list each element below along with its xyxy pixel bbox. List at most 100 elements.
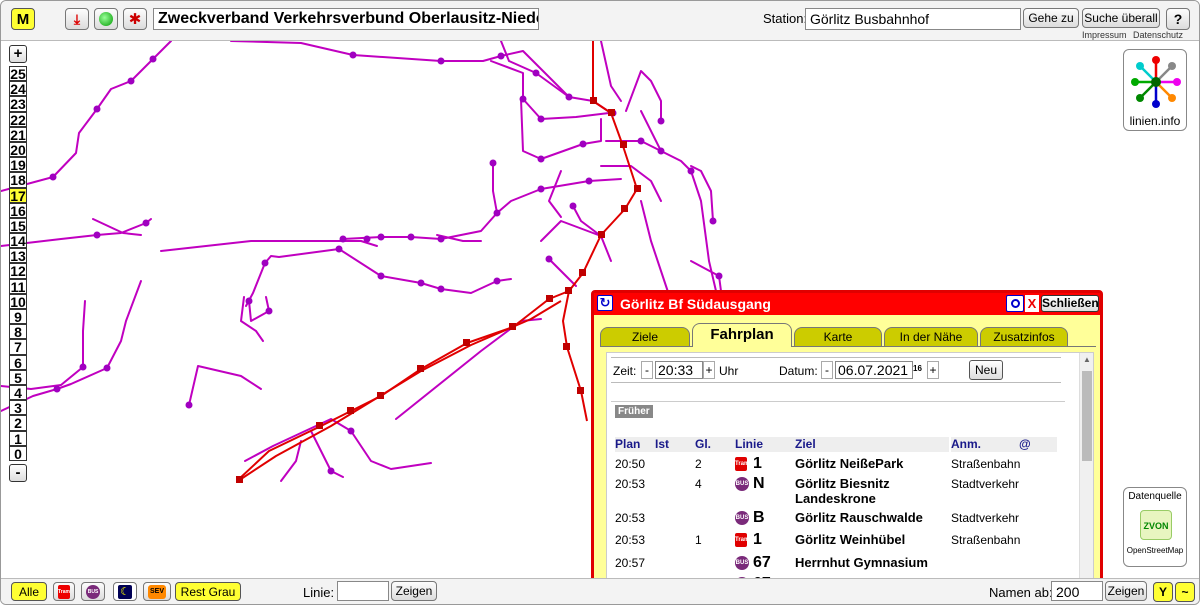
zoom-level-19[interactable]: 19 bbox=[9, 157, 27, 173]
scroll-thumb[interactable] bbox=[1082, 371, 1092, 461]
zoom-level-0[interactable]: 0 bbox=[9, 445, 27, 461]
minimize-button[interactable] bbox=[1006, 295, 1024, 312]
menu-button[interactable]: M bbox=[11, 8, 35, 30]
bus-icon[interactable]: BUS bbox=[735, 556, 749, 570]
tram-filter-button[interactable]: Tram bbox=[53, 582, 75, 601]
datum-minus[interactable]: - bbox=[821, 361, 833, 379]
namen-ab-label: Namen ab: bbox=[989, 585, 1053, 600]
y-button[interactable]: Y bbox=[1153, 582, 1173, 602]
column-header-at: @ bbox=[1019, 437, 1057, 452]
bus-filter-button[interactable]: BUS bbox=[81, 582, 105, 601]
download-button[interactable]: ⤓ bbox=[65, 8, 89, 30]
departure-destination[interactable]: Görlitz Rauschwalde bbox=[795, 510, 935, 525]
network-logo-icon bbox=[1131, 56, 1181, 108]
datenschutz-link[interactable]: Datenschutz bbox=[1133, 30, 1183, 40]
zoom-level-1[interactable]: 1 bbox=[9, 430, 27, 446]
x-button[interactable]: X bbox=[1025, 295, 1039, 312]
departure-destination[interactable]: Görlitz NeißePark bbox=[795, 456, 935, 471]
zoom-level-21[interactable]: 21 bbox=[9, 126, 27, 142]
column-header-ist: Ist bbox=[655, 437, 695, 452]
zoom-level-13[interactable]: 13 bbox=[9, 248, 27, 264]
zoom-level-9[interactable]: 9 bbox=[9, 309, 27, 325]
restore-icon bbox=[1011, 299, 1020, 308]
zoom-level-18[interactable]: 18 bbox=[9, 172, 27, 188]
linien-info-logo[interactable]: linien.info bbox=[1123, 49, 1187, 131]
search-all-button[interactable]: Suche überall bbox=[1082, 8, 1160, 28]
datum-label: Datum: bbox=[779, 364, 818, 378]
tram-icon[interactable]: Tram bbox=[735, 533, 749, 547]
linie-input[interactable] bbox=[337, 581, 389, 601]
datum-plus[interactable]: + bbox=[927, 361, 939, 379]
datum-input[interactable]: 06.07.2021 bbox=[835, 361, 913, 379]
zoom-level-12[interactable]: 12 bbox=[9, 263, 27, 279]
zoom-level-3[interactable]: 3 bbox=[9, 400, 27, 416]
sev-filter-button[interactable]: SEV bbox=[143, 582, 171, 601]
departure-line[interactable]: B bbox=[753, 509, 765, 527]
zoom-level-2[interactable]: 2 bbox=[9, 415, 27, 431]
tab-karte[interactable]: Karte bbox=[794, 327, 882, 346]
neu-button[interactable]: Neu bbox=[969, 360, 1003, 380]
settings-button[interactable]: ✱ bbox=[123, 8, 147, 30]
zeit-input[interactable]: 20:33 bbox=[655, 361, 703, 379]
popup-header: ↻ Görlitz Bf Südausgang X Schließen bbox=[594, 293, 1100, 315]
datasource-box[interactable]: Datenquelle ZVON OpenStreetMap bbox=[1123, 487, 1187, 567]
help-button[interactable]: ? bbox=[1166, 8, 1190, 30]
zoom-level-10[interactable]: 10 bbox=[9, 293, 27, 309]
tab-ziele[interactable]: Ziele bbox=[600, 327, 690, 346]
zoom-level-4[interactable]: 4 bbox=[9, 384, 27, 401]
location-button[interactable] bbox=[94, 8, 118, 30]
zoom-level-11[interactable]: 11 bbox=[9, 278, 27, 294]
fahrplan-panel: Zeit: - 20:33 + Uhr Datum: - 06.07.2021 … bbox=[606, 352, 1094, 580]
departure-line[interactable]: N bbox=[753, 475, 765, 493]
tab-fahrplan[interactable]: Fahrplan bbox=[692, 323, 792, 347]
refresh-button[interactable]: ↻ bbox=[597, 295, 613, 311]
column-header-gl: Gl. bbox=[695, 437, 735, 452]
impressum-link[interactable]: Impressum bbox=[1082, 30, 1127, 40]
zoom-level-7[interactable]: 7 bbox=[9, 339, 27, 355]
departure-destination[interactable]: Herrnhut Gymnasium bbox=[795, 555, 935, 570]
tram-icon[interactable]: Tram bbox=[735, 457, 749, 471]
zoom-level-25[interactable]: 25 bbox=[9, 66, 27, 82]
departure-note: Stadtverkehr bbox=[951, 511, 1020, 525]
tilde-button[interactable]: ~ bbox=[1175, 582, 1195, 602]
zoom-level-16[interactable]: 16 bbox=[9, 202, 27, 218]
popup-scrollbar[interactable]: ▲ bbox=[1079, 353, 1093, 579]
departure-note: Stadtverkehr bbox=[951, 477, 1020, 491]
zoom-level-17[interactable]: 17 bbox=[9, 187, 27, 203]
departure-line[interactable]: 1 bbox=[753, 531, 762, 549]
namen-zeigen-button[interactable]: Zeigen bbox=[1105, 581, 1147, 601]
departure-destination[interactable]: Görlitz Biesnitz Landeskrone bbox=[795, 476, 935, 506]
tab-zusatzinfos[interactable]: Zusatzinfos bbox=[980, 327, 1068, 346]
zoom-level-5[interactable]: 5 bbox=[9, 369, 27, 385]
tab-in-der-nähe[interactable]: In der Nähe bbox=[884, 327, 978, 346]
close-button[interactable]: Schließen bbox=[1041, 295, 1099, 312]
zoom-level-22[interactable]: 22 bbox=[9, 111, 27, 127]
rest-grau-button[interactable]: Rest Grau bbox=[175, 582, 241, 601]
alle-button[interactable]: Alle bbox=[11, 582, 47, 601]
zoom-level-24[interactable]: 24 bbox=[9, 81, 27, 97]
zoom-levels: 25 24 23 22 21 20 19 18 17 16 15 14 13 12 11 10 9 8 7 6 5 4 3 2… bbox=[9, 66, 29, 461]
zeit-plus[interactable]: + bbox=[703, 361, 715, 379]
zoom-level-6[interactable]: 6 bbox=[9, 354, 27, 370]
frueher-button[interactable]: Früher bbox=[615, 405, 653, 418]
station-input[interactable]: Görlitz Busbahnhof bbox=[805, 8, 1021, 30]
goto-button[interactable]: Gehe zu bbox=[1023, 8, 1079, 28]
zoom-level-14[interactable]: 14 bbox=[9, 233, 27, 249]
departure-line[interactable]: 1 bbox=[753, 455, 762, 473]
linie-zeigen-button[interactable]: Zeigen bbox=[391, 581, 437, 601]
night-filter-button[interactable]: ☾ bbox=[113, 582, 137, 601]
bus-icon[interactable]: BUS bbox=[735, 477, 749, 491]
departure-line[interactable]: 67 bbox=[753, 554, 771, 572]
zoom-level-15[interactable]: 15 bbox=[9, 217, 27, 233]
gear-icon: ✱ bbox=[128, 11, 142, 28]
zoom-in-button[interactable]: + bbox=[9, 45, 27, 63]
bus-icon[interactable]: BUS bbox=[735, 511, 749, 525]
calendar-icon[interactable]: 16 bbox=[913, 364, 922, 373]
namen-ab-input[interactable]: 200 bbox=[1051, 581, 1103, 601]
zoom-level-8[interactable]: 8 bbox=[9, 324, 27, 340]
zeit-minus[interactable]: - bbox=[641, 361, 653, 379]
zoom-level-20[interactable]: 20 bbox=[9, 141, 27, 158]
departure-destination[interactable]: Görlitz Weinhübel bbox=[795, 532, 935, 547]
zoom-level-23[interactable]: 23 bbox=[9, 96, 27, 112]
zoom-out-button[interactable]: - bbox=[9, 463, 27, 482]
